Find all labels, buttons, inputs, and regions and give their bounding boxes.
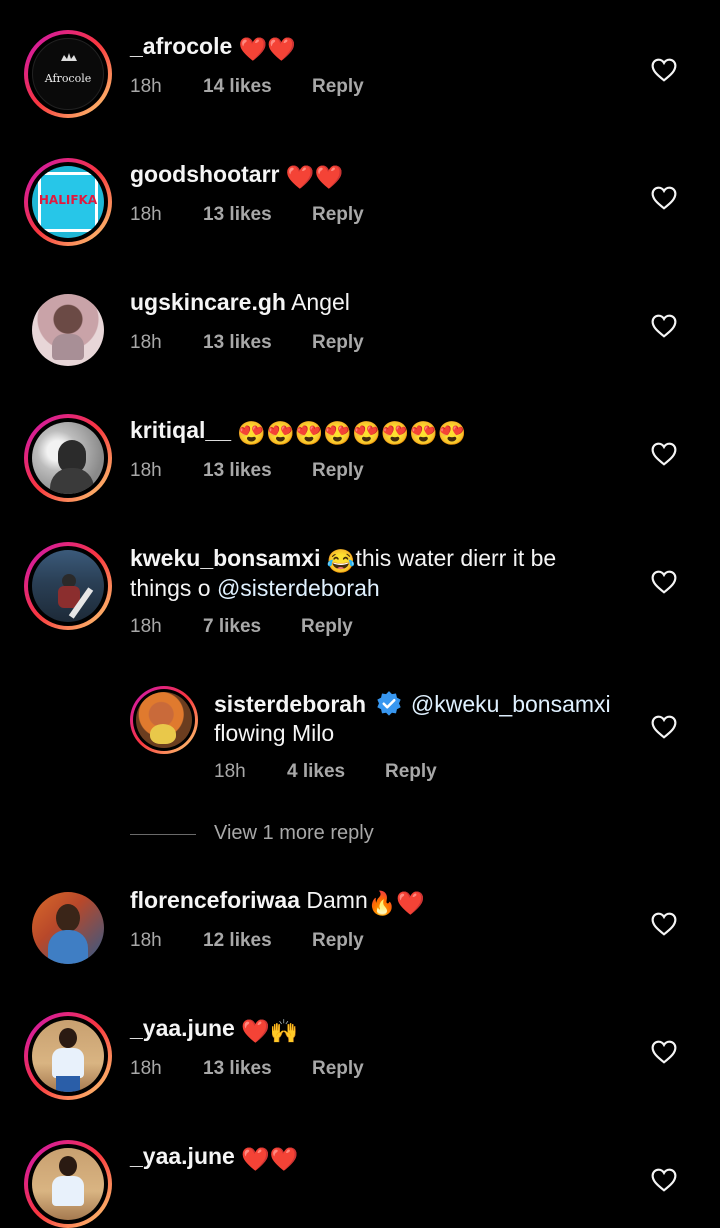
mention-link[interactable]: @kweku_bonsamxi <box>411 691 611 717</box>
reply-button[interactable]: Reply <box>312 332 364 354</box>
heart-outline-icon[interactable] <box>651 1040 677 1064</box>
comment-text: this water dierr it be <box>355 545 557 571</box>
comment-time: 18h <box>130 930 162 951</box>
comment-time: 18h <box>130 76 162 97</box>
comment-time: 18h <box>130 332 162 353</box>
heart-outline-icon[interactable] <box>651 570 677 594</box>
reply-button[interactable]: Reply <box>312 460 364 482</box>
comment-username[interactable]: _afrocole <box>130 33 232 59</box>
comment-text-continued: things o <box>130 575 211 601</box>
reply-button[interactable]: Reply <box>385 761 437 783</box>
comment-text: Angel <box>291 289 350 315</box>
comment-likes[interactable]: 13 likes <box>203 332 272 354</box>
comment-likes[interactable]: 13 likes <box>203 460 272 482</box>
comment-emojis: ❤️❤️ <box>238 36 296 62</box>
view-more-replies-label: View 1 more reply <box>214 822 374 844</box>
comment-time: 18h <box>130 460 162 481</box>
comment-likes[interactable]: 13 likes <box>203 1058 272 1080</box>
comment-emojis: ❤️❤️ <box>285 164 344 190</box>
reply-button[interactable]: Reply <box>301 616 353 638</box>
comment-time: 18h <box>214 761 246 782</box>
avatar[interactable] <box>24 286 112 374</box>
comment-likes[interactable]: 4 likes <box>287 761 345 783</box>
verified-badge-icon <box>376 691 401 716</box>
heart-outline-icon[interactable] <box>651 912 677 936</box>
comment-emojis: 😂 <box>326 548 356 574</box>
comment-time: 18h <box>130 616 162 637</box>
comment-emojis: ❤️🙌 <box>241 1018 299 1044</box>
avatar[interactable] <box>24 884 112 972</box>
divider-line <box>130 834 196 835</box>
reply-button[interactable]: Reply <box>312 930 364 952</box>
reply-button[interactable]: Reply <box>312 204 364 226</box>
reply-button[interactable]: Reply <box>312 76 364 98</box>
reply-button[interactable]: Reply <box>312 1058 364 1080</box>
heart-outline-icon[interactable] <box>651 442 677 466</box>
view-more-replies-button[interactable]: View 1 more reply <box>130 822 530 850</box>
comment-likes[interactable]: 13 likes <box>203 204 272 226</box>
comment-likes[interactable]: 12 likes <box>203 930 272 952</box>
heart-outline-icon[interactable] <box>651 186 677 210</box>
avatar[interactable]: HALIFKA <box>24 158 112 246</box>
comment-text: flowing Milo <box>214 720 335 746</box>
comment-emojis: 🔥❤️ <box>367 890 426 916</box>
comment-time: 18h <box>130 204 162 225</box>
comment-username[interactable]: kritiqal__ <box>130 417 231 443</box>
avatar[interactable] <box>24 542 112 630</box>
comment-username[interactable]: ugskincare.gh <box>130 289 286 315</box>
avatar[interactable]: Afrocole <box>24 30 112 118</box>
comment-emojis: ❤️❤️ <box>241 1146 299 1172</box>
comment-likes[interactable]: 14 likes <box>203 76 272 98</box>
avatar-logo-text: HALIFKA <box>38 193 98 207</box>
comment-likes[interactable]: 7 likes <box>203 616 261 638</box>
avatar[interactable] <box>24 1012 112 1100</box>
avatar-logo-text: Afrocole <box>44 72 92 85</box>
comment-text: Damn <box>306 887 368 913</box>
heart-outline-icon[interactable] <box>651 314 677 338</box>
comment-time: 18h <box>130 1058 162 1079</box>
comment-username[interactable]: goodshootarr <box>130 161 280 187</box>
heart-outline-icon[interactable] <box>651 1168 677 1192</box>
avatar[interactable] <box>130 686 198 754</box>
comment-username[interactable]: _yaa.june <box>130 1015 235 1041</box>
comment-username[interactable]: florenceforiwaa <box>130 887 300 913</box>
comment-username[interactable]: sisterdeborah <box>214 691 366 717</box>
heart-outline-icon[interactable] <box>651 58 677 82</box>
avatar[interactable] <box>24 1140 112 1228</box>
avatar[interactable] <box>24 414 112 502</box>
comment-username[interactable]: _yaa.june <box>130 1143 235 1169</box>
heart-outline-icon[interactable] <box>651 715 677 739</box>
mention-link[interactable]: @sisterdeborah <box>217 575 380 601</box>
comment-username[interactable]: kweku_bonsamxi <box>130 545 320 571</box>
comment-emojis: 😍😍😍😍😍😍😍😍 <box>237 420 467 446</box>
